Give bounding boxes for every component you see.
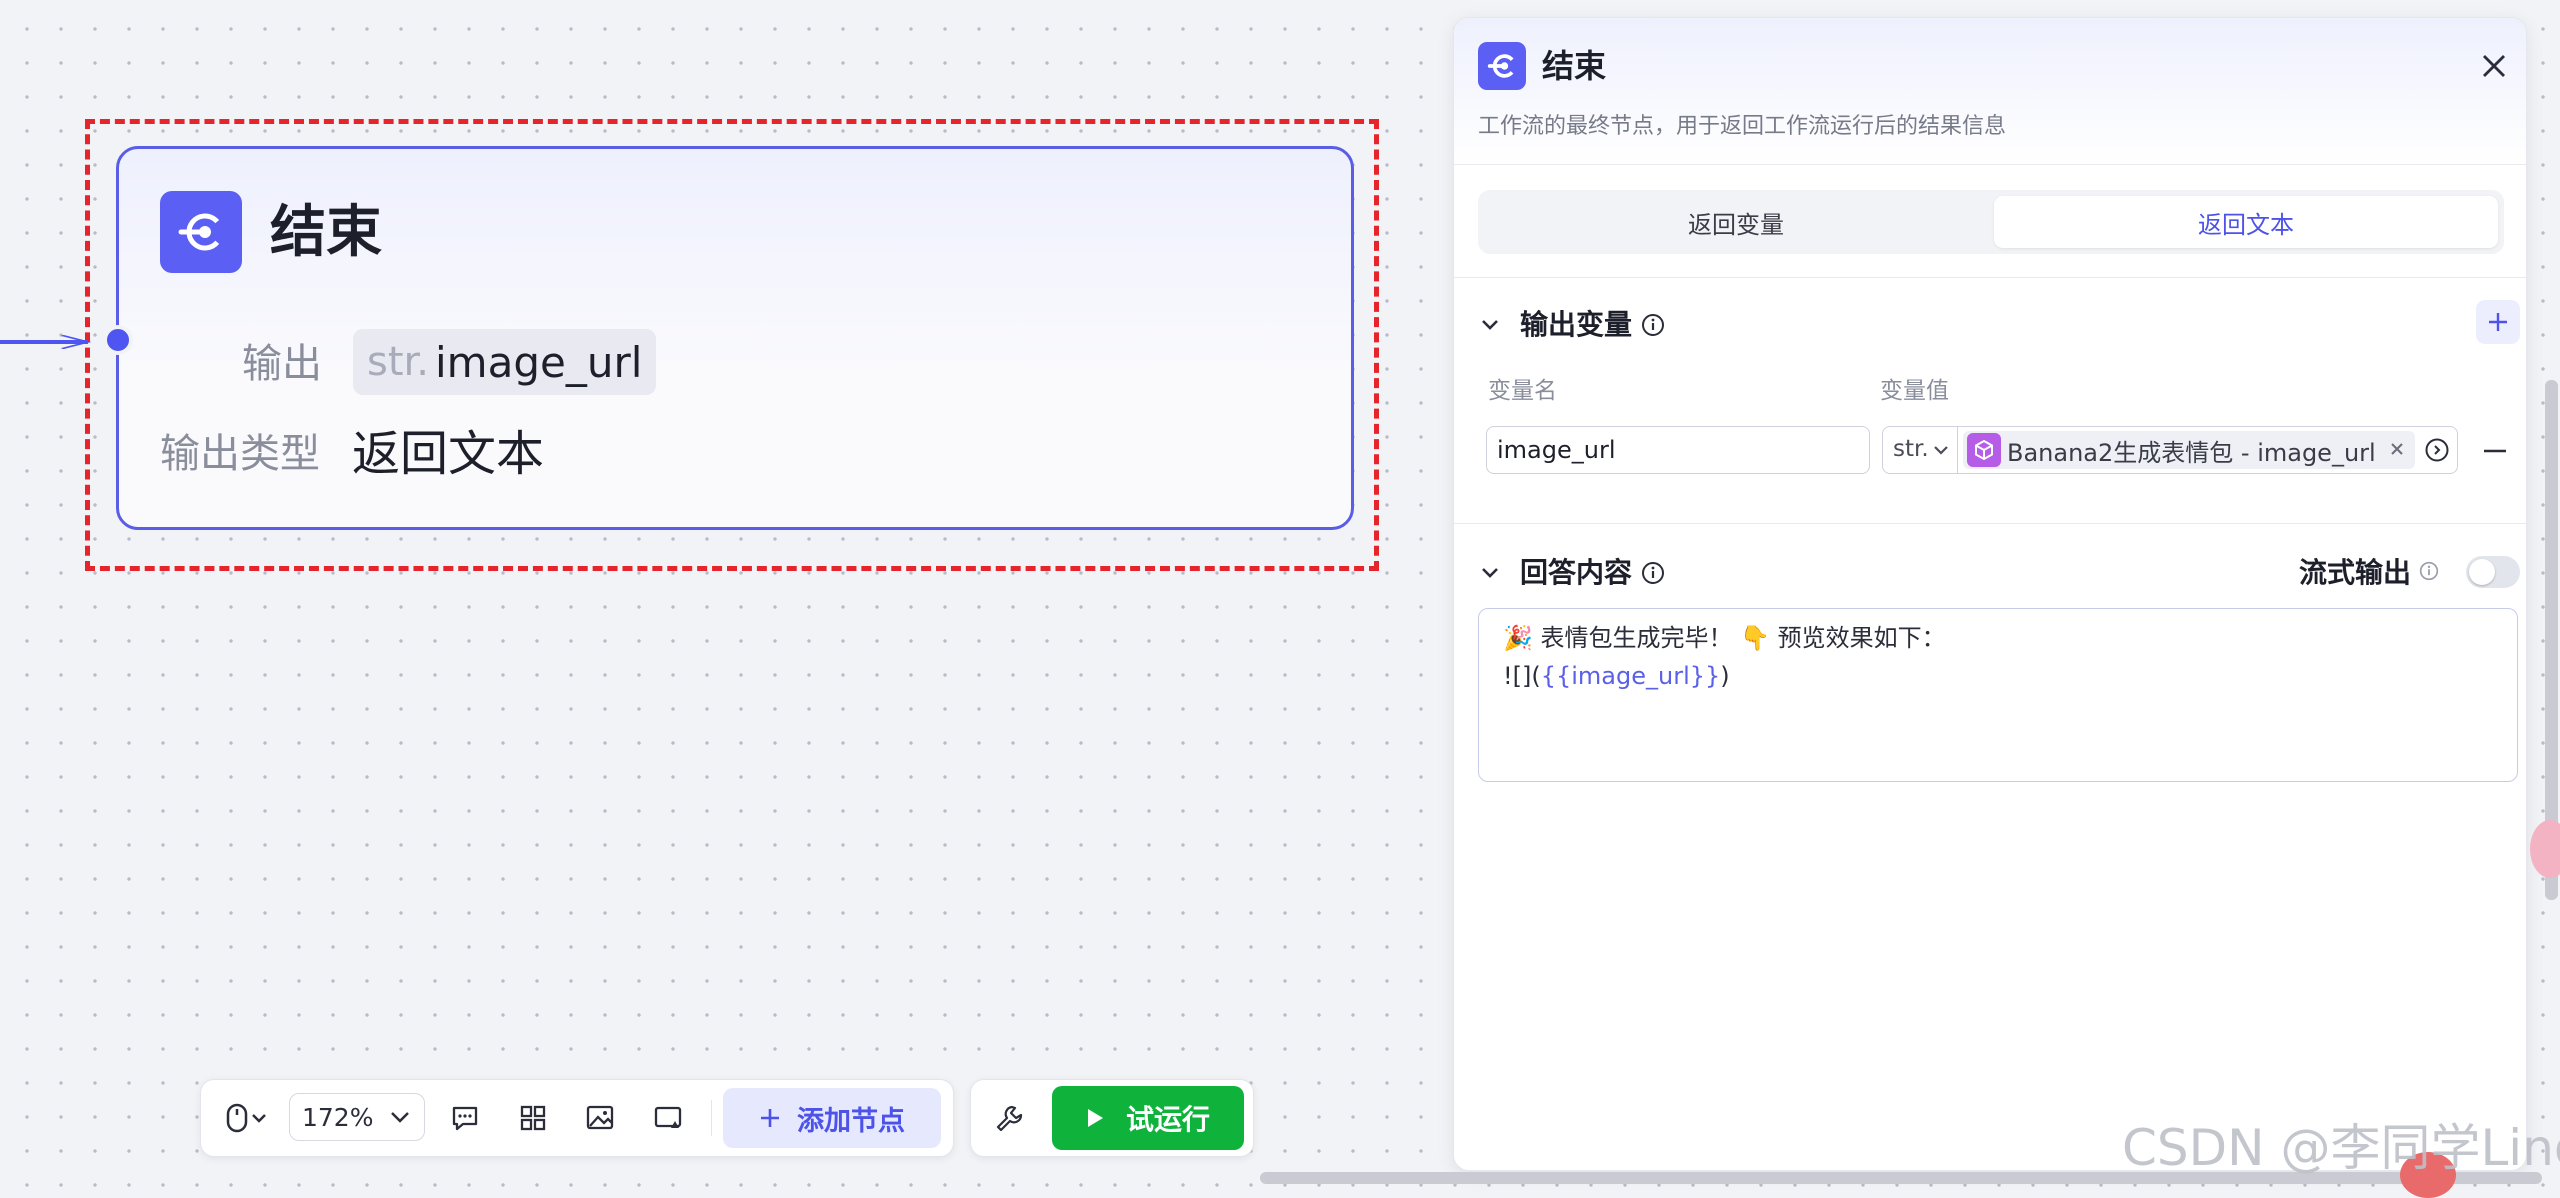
output-var-name: image_url <box>435 337 643 387</box>
remove-variable-icon[interactable] <box>2480 436 2510 466</box>
variable-picker-icon[interactable] <box>2423 436 2451 464</box>
tab-return-text[interactable]: 返回文本 <box>1994 196 2498 248</box>
tab-return-variable[interactable]: 返回变量 <box>1484 196 1988 248</box>
variable-name-input[interactable]: image_url <box>1486 426 1870 474</box>
output-variables-title: 输出变量 <box>1520 308 1633 341</box>
trial-run-label: 试运行 <box>1125 1103 1210 1136</box>
variable-reference-chip[interactable]: Banana2生成表情包 - image_url <box>1963 431 2415 469</box>
zoom-value: 172% <box>302 1103 374 1132</box>
info-icon[interactable] <box>1640 312 1666 338</box>
section-divider <box>1454 523 2526 524</box>
streaming-output-label: 流式输出 <box>2299 556 2412 589</box>
trial-run-button[interactable]: 试运行 <box>1052 1086 1244 1150</box>
minimap-icon[interactable] <box>651 1100 687 1136</box>
chevron-down-icon[interactable] <box>1478 561 1502 585</box>
column-header-name: 变量名 <box>1488 378 1557 404</box>
cube-icon <box>1967 433 2001 467</box>
clear-icon[interactable] <box>2385 437 2409 461</box>
toggle-knob <box>2469 559 2495 585</box>
return-mode-tabs: 返回变量 返回文本 <box>1478 190 2504 254</box>
node-output-label: 输出 <box>242 341 322 387</box>
close-icon[interactable] <box>2476 48 2512 84</box>
chevron-down-icon <box>391 1112 409 1123</box>
wrench-icon[interactable] <box>991 1100 1027 1136</box>
markdown-image-suffix: ) <box>1720 662 1730 690</box>
node-output-type-value: 返回文本 <box>352 426 545 482</box>
comment-icon[interactable] <box>447 1100 483 1136</box>
template-variable: {{image_url}} <box>1540 662 1721 690</box>
markdown-image-prefix: ![]( <box>1503 662 1541 690</box>
node-title: 结束 <box>270 200 382 265</box>
incoming-edge-arrow <box>0 335 92 349</box>
canvas-toolbar: 172% 添加节点 <box>200 1079 954 1157</box>
output-type-tag: str. <box>367 339 430 385</box>
node-input-port[interactable] <box>103 325 133 355</box>
section-divider <box>1454 277 2526 278</box>
play-icon <box>1087 1109 1103 1127</box>
watermark-text: CSDN @李同学Lino <box>2122 1119 2560 1177</box>
node-output-type-label: 输出类型 <box>160 431 320 477</box>
end-node-icon <box>160 191 242 273</box>
floating-assistant-badge[interactable] <box>2530 820 2560 878</box>
info-icon[interactable] <box>2418 560 2440 582</box>
panel-description: 工作流的最终节点，用于返回工作流运行后的结果信息 <box>1478 114 2007 139</box>
end-node-icon <box>1478 42 1526 90</box>
answer-line-1: 🎉 表情包生成完毕！ 👇 预览效果如下： <box>1503 624 1946 652</box>
plus-icon <box>761 1109 779 1127</box>
chevron-down-icon[interactable] <box>247 1100 271 1136</box>
variable-type-value: str. <box>1893 436 1929 462</box>
plus-icon <box>2489 313 2507 331</box>
run-toolbar: 试运行 <box>970 1079 1254 1157</box>
column-header-value: 变量值 <box>1880 378 1949 404</box>
panel-header: 结束 工作流的最终节点，用于返回工作流运行后的结果信息 <box>1454 18 2526 165</box>
node-output-chip: str. image_url <box>353 329 657 395</box>
answer-content-editor[interactable]: 🎉 表情包生成完毕！ 👇 预览效果如下： ![]({{image_url}}) <box>1478 608 2518 782</box>
variable-type-select[interactable]: str. <box>1883 427 1958 473</box>
info-icon[interactable] <box>1640 560 1666 586</box>
toolbar-divider <box>711 1100 712 1136</box>
streaming-output-toggle[interactable] <box>2466 556 2520 588</box>
zoom-select[interactable]: 172% <box>289 1093 425 1141</box>
panel-title: 结束 <box>1542 47 1607 85</box>
node-settings-panel: 结束 工作流的最终节点，用于返回工作流运行后的结果信息 返回变量 返回文本 输出… <box>1453 17 2527 1171</box>
add-node-button[interactable]: 添加节点 <box>723 1088 941 1148</box>
add-variable-button[interactable] <box>2476 300 2520 344</box>
chevron-down-icon[interactable] <box>1478 313 1502 337</box>
answer-line-2: ![]({{image_url}}) <box>1503 657 2493 695</box>
answer-content-title: 回答内容 <box>1520 556 1633 589</box>
variable-reference-text: Banana2生成表情包 - image_url <box>2007 438 2376 467</box>
variable-value-field: str. Banana2生成表情包 - image_url <box>1882 426 2458 474</box>
image-icon[interactable] <box>583 1100 619 1136</box>
chevron-down-icon <box>1934 446 1948 455</box>
add-node-label: 添加节点 <box>797 1105 905 1137</box>
layout-grid-icon[interactable] <box>515 1100 551 1136</box>
